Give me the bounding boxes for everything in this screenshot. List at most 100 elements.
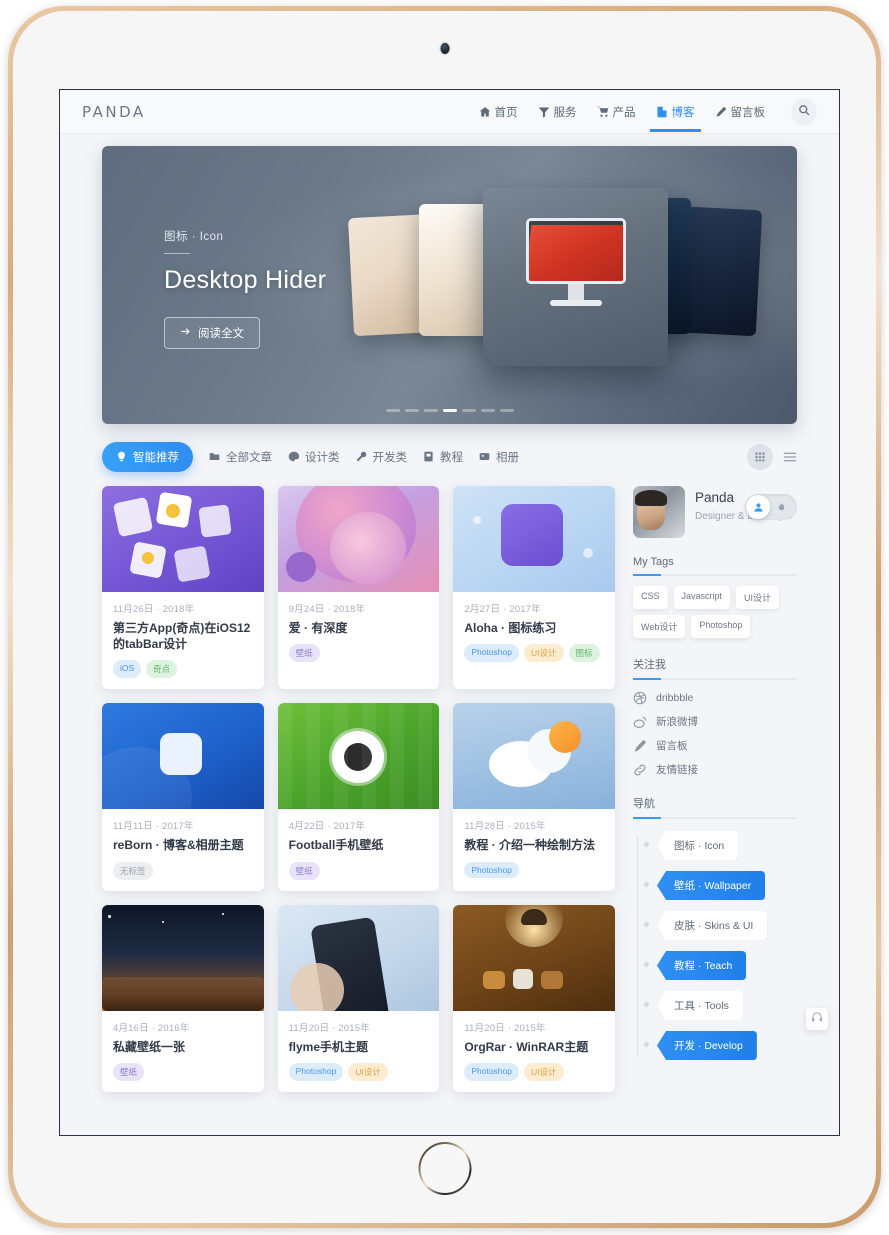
article-card[interactable]: 11月20日 · 2015年 OrgRar · WinRAR主题 Photoshop… [453, 904, 615, 1092]
article-card-body: 9月24日 · 2018年爱 · 有深度 壁纸 [278, 592, 440, 673]
carousel-dot-7[interactable] [499, 409, 514, 412]
article-tag[interactable]: Photoshop [464, 644, 519, 663]
filter-tab-all[interactable]: 全部文章 [209, 449, 272, 465]
wrench-icon [356, 451, 368, 463]
article-card-body: 11月20日 · 2015年 OrgRar · WinRAR主题 Photoshop… [453, 1011, 615, 1092]
article-card-title[interactable]: 第三方App(奇点)在iOS12的tabBar设计 [113, 620, 253, 652]
follow-link-dribbble[interactable]: dribbble [633, 691, 797, 705]
article-tag[interactable]: iOS [113, 660, 142, 679]
my-tag-item[interactable]: CSS [633, 586, 668, 609]
article-card[interactable]: 11月20日 · 2015年 flyme手机主题 Photoshop UI设计 [277, 904, 440, 1092]
nav-pill[interactable]: 工具 · Tools [657, 991, 743, 1020]
carousel-dot-4[interactable] [442, 409, 457, 412]
nav-item-blog-label: 博客 [671, 106, 695, 119]
filter-tab-recommend[interactable]: 智能推荐 [102, 442, 193, 472]
thumbnail-shape [289, 962, 344, 1011]
search-button[interactable] [791, 98, 817, 125]
filter-tab-album[interactable]: 相册 [479, 449, 519, 465]
article-tag[interactable]: UI设计 [523, 644, 564, 663]
nav-item-services[interactable]: 服务 [536, 92, 579, 132]
filter-tab-tutorial[interactable]: 教程 [423, 449, 463, 465]
filter-tab-design[interactable]: 设计类 [288, 449, 340, 465]
follow-link-weibo[interactable]: 新浪微博 [633, 714, 797, 729]
thumbnail-shape [198, 504, 232, 538]
nav-item-guestbook-label: 留言板 [730, 106, 766, 119]
article-card-title[interactable]: reBorn · 博客&相册主题 [113, 837, 253, 853]
carousel-dot-6[interactable] [480, 409, 495, 412]
article-card-title[interactable]: Football手机壁纸 [289, 837, 429, 853]
nav-pill[interactable]: 壁纸 · Wallpaper [657, 871, 766, 900]
carousel-dot-1[interactable] [385, 409, 400, 412]
nav-pill[interactable]: 皮肤 · Skins & UI [657, 911, 768, 940]
music-button[interactable] [806, 1008, 828, 1030]
thumbnail-shape [549, 721, 582, 754]
article-tag[interactable]: 奇点 [146, 660, 178, 679]
article-card-date: 9月24日 · 2018年 [288, 604, 366, 615]
carousel-dot-5[interactable] [461, 409, 476, 412]
article-card-title[interactable]: 私藏壁纸一张 [113, 1039, 253, 1055]
article-tag[interactable]: 壁纸 [288, 644, 320, 663]
folder-icon [209, 451, 221, 463]
nav-item-products[interactable]: 产品 [595, 92, 638, 132]
article-card[interactable]: 4月16日 · 2016年私藏壁纸一张 壁纸 [102, 904, 264, 1092]
my-tag-item[interactable]: UI设计 [736, 586, 780, 609]
article-tag[interactable]: Photoshop [464, 1062, 519, 1081]
nav-links: 首页 服务 产品 博客 留言板 [477, 92, 817, 132]
grid-view-icon[interactable] [747, 444, 773, 470]
follow-link-guestbook[interactable]: 留言板 [633, 738, 797, 753]
my-tag-item[interactable]: Photoshop [691, 615, 751, 638]
list-view-icon[interactable] [783, 450, 797, 464]
article-card-title[interactable]: 爱 · 有深度 [289, 620, 429, 636]
article-card[interactable]: 2月27日 · 2017年 Aloha · 图标练习 Photoshop UI设计 图标 [453, 486, 615, 690]
hero-carousel[interactable]: 图标 · Icon Desktop Hider 阅读全文 [102, 146, 797, 424]
article-card[interactable]: 11月26日 · 2018年 第三方App(奇点)在iOS12的tabBar设计 i… [102, 486, 264, 690]
user-icon [746, 495, 770, 519]
article-card-title[interactable]: Aloha · 图标练习 [464, 620, 604, 636]
site-logo[interactable]: PANDA [82, 103, 146, 121]
follow-link-weibo-label: 新浪微博 [656, 716, 698, 728]
article-card[interactable]: 11月11日 · 2017年 reBorn · 博客&相册主题 无标签 [102, 703, 264, 891]
article-card[interactable]: 11月28日 · 2015年 教程 · 介绍一种绘制方法 Photoshop [453, 703, 615, 891]
nav-item-guestbook[interactable]: 留言板 [713, 92, 768, 132]
carousel-indicators[interactable] [385, 409, 514, 412]
thumbnail-shape [501, 504, 564, 566]
carousel-dot-2[interactable] [404, 409, 419, 412]
article-tag[interactable]: 壁纸 [288, 861, 320, 880]
hero-read-more-button[interactable]: 阅读全文 [164, 317, 260, 349]
carousel-dot-3[interactable] [423, 409, 438, 412]
browser-screen: PANDA 首页 服务 产品 博客 留言板 图标 · Icon Desktop … [59, 89, 840, 1136]
imac-illustration [525, 218, 626, 306]
article-card-title[interactable]: flyme手机主题 [289, 1039, 429, 1055]
article-card-title[interactable]: 教程 · 介绍一种绘制方法 [464, 837, 604, 853]
nav-pill[interactable]: 开发 · Develop [657, 1031, 757, 1060]
article-tag[interactable]: UI设计 [348, 1062, 388, 1081]
nav-pill[interactable]: 图标 · Icon [657, 831, 739, 860]
my-tag-item[interactable]: Javascript [673, 586, 731, 609]
article-tag[interactable]: Photoshop [288, 1062, 344, 1081]
my-tag-item[interactable]: Web设计 [633, 615, 686, 638]
article-card-body: 2月27日 · 2017年 Aloha · 图标练习 Photoshop UI设计 图标 [453, 592, 615, 673]
article-card-thumbnail [277, 904, 440, 1011]
article-card[interactable]: 9月24日 · 2018年爱 · 有深度 壁纸 [277, 486, 440, 690]
nav-pill[interactable]: 教程 · Teach [657, 951, 747, 980]
article-card-title[interactable]: OrgRar · WinRAR主题 [464, 1039, 604, 1055]
follow-link-friends[interactable]: 友情链接 [633, 762, 797, 777]
book-icon [423, 451, 435, 463]
article-card-tags: Photoshop UI设计 图标 [464, 644, 604, 663]
article-card[interactable]: 4月22日 · 2017年 Football手机壁纸 壁纸 [277, 703, 440, 891]
nav-item-services-label: 服务 [553, 106, 577, 119]
article-card-date: 4月16日 · 2016年 [113, 1022, 190, 1034]
nav-item-blog[interactable]: 博客 [649, 92, 701, 132]
article-tag[interactable]: 无标签 [113, 861, 153, 880]
account-toggle[interactable] [745, 494, 797, 520]
home-button[interactable] [418, 1142, 471, 1195]
article-tag[interactable]: 图标 [568, 644, 600, 663]
avatar-hair [635, 490, 667, 506]
front-camera-icon [440, 43, 449, 54]
filter-tab-bar: 智能推荐 全部文章 设计类 开发类 教程 相册 [102, 442, 797, 472]
article-tag[interactable]: 壁纸 [113, 1062, 145, 1081]
article-tag[interactable]: UI设计 [523, 1062, 564, 1081]
filter-tab-development[interactable]: 开发类 [356, 449, 407, 465]
nav-item-home[interactable]: 首页 [477, 92, 520, 132]
article-tag[interactable]: Photoshop [464, 861, 519, 878]
